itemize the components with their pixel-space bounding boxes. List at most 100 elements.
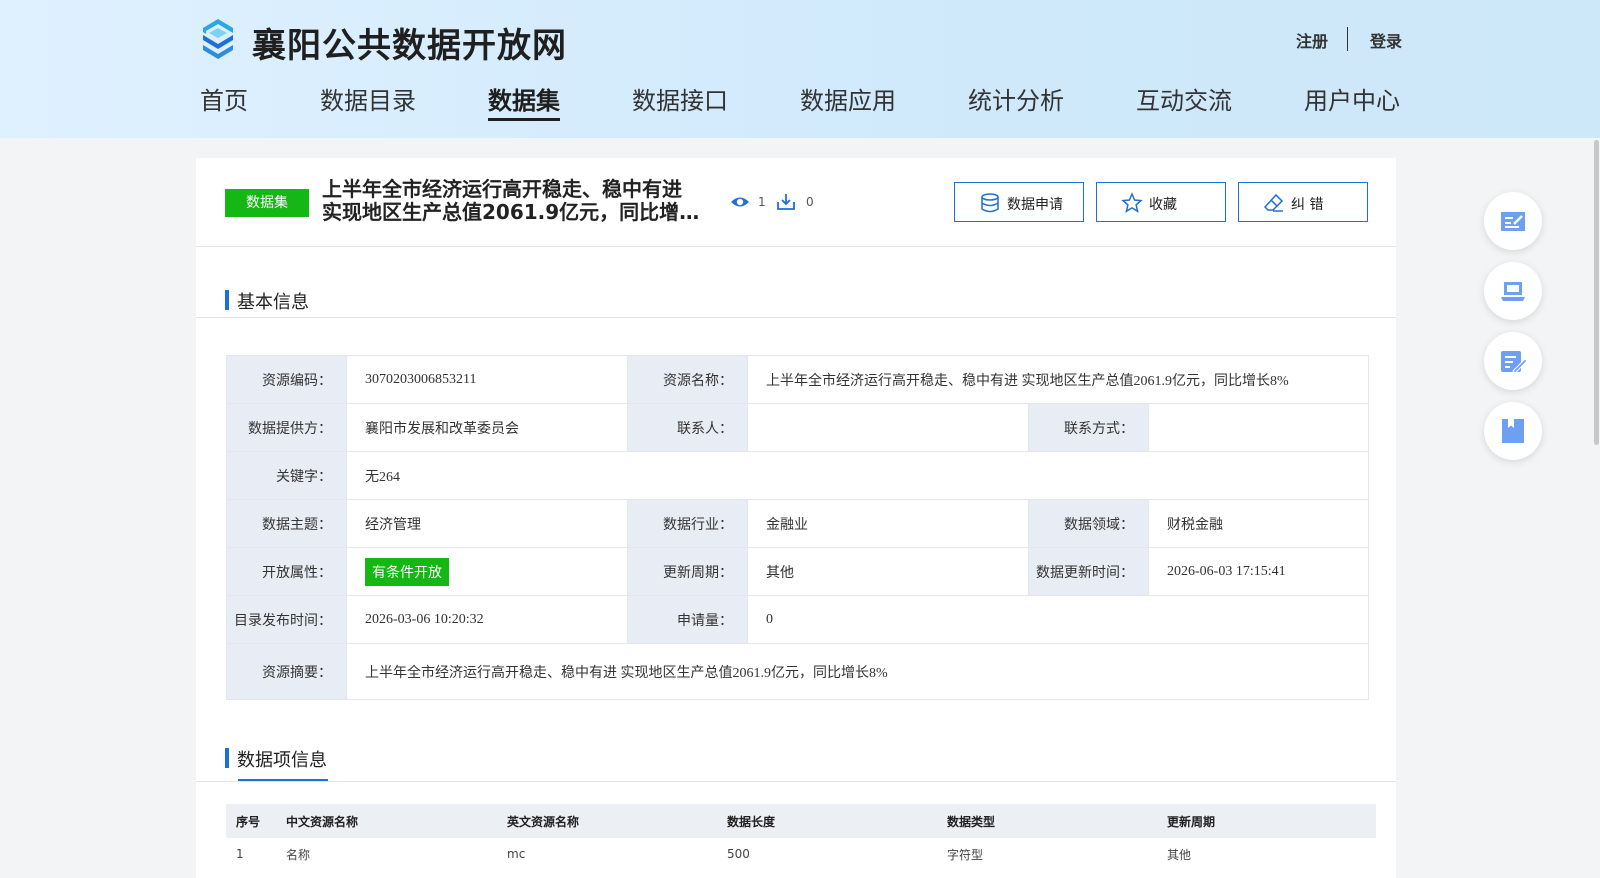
nav-home[interactable]: 首页 <box>200 81 248 116</box>
register-link[interactable]: 注册 <box>1296 28 1328 52</box>
eye-icon <box>731 197 749 207</box>
bookmark-icon <box>1502 419 1524 443</box>
dataset-title-bar: 数据集 上半年全市经济运行高开稳走、稳中有进 实现地区生产总值2061.9亿元，… <box>196 158 1396 247</box>
contact-person-value <box>747 403 1029 452</box>
site-logo-icon <box>203 19 233 59</box>
column-header: 数据长度 <box>717 804 937 838</box>
section-divider <box>196 781 1396 782</box>
side-button-apply[interactable] <box>1484 192 1542 250</box>
data-apply-button[interactable]: 数据申请 <box>954 182 1084 222</box>
info-row: 资源摘要： 上半年全市经济运行高开稳走、稳中有进 实现地区生产总值2061.9亿… <box>226 643 1370 700</box>
request-count-label: 申请量： <box>627 595 748 644</box>
data-items-table: 序号 中文资源名称 英文资源名称 数据长度 数据类型 更新周期 1 名称 mc … <box>226 804 1376 870</box>
star-icon <box>1121 192 1143 213</box>
table-header-row: 序号 中文资源名称 英文资源名称 数据长度 数据类型 更新周期 <box>226 804 1376 838</box>
summary-value: 上半年全市经济运行高开稳走、稳中有进 实现地区生产总值2061.9亿元，同比增长… <box>345 643 1370 700</box>
field-value: 财税金融 <box>1147 499 1370 548</box>
site-title: 襄阳公共数据开放网 <box>252 26 567 66</box>
auth-divider <box>1347 27 1348 51</box>
nav-user-center[interactable]: 用户中心 <box>1304 81 1400 116</box>
keyword-value: 无264 <box>345 451 1370 500</box>
table-cell: 名称 <box>286 847 311 862</box>
side-button-guide[interactable] <box>1484 402 1542 460</box>
correction-label: 纠 错 <box>1291 197 1324 213</box>
column-header: 中文资源名称 <box>276 804 497 838</box>
info-row: 数据提供方： 襄阳市发展和改革委员会 联系人： 联系方式： <box>226 403 1370 452</box>
nav-catalog[interactable]: 数据目录 <box>320 81 416 116</box>
dataset-title-line1: 上半年全市经济运行高开稳走、稳中有进 <box>322 178 682 201</box>
updated-time-value: 2026-06-03 17:15:41 <box>1147 547 1370 596</box>
dataset-title: 上半年全市经济运行高开稳走、稳中有进 实现地区生产总值2061.9亿元，同比增长… <box>322 178 707 224</box>
side-button-feedback[interactable] <box>1484 332 1542 390</box>
contact-person-label: 联系人： <box>627 403 748 452</box>
info-row: 目录发布时间： 2026-03-06 10:20:32 申请量： 0 <box>226 595 1370 644</box>
basic-info-heading-text: 基本信息 <box>237 292 309 313</box>
dataset-detail-card: 数据集 上半年全市经济运行高开稳走、稳中有进 实现地区生产总值2061.9亿元，… <box>196 158 1396 878</box>
dataset-type-tag: 数据集 <box>225 189 309 217</box>
resource-name-value: 上半年全市经济运行高开稳走、稳中有进 实现地区生产总值2061.9亿元，同比增长… <box>746 355 1370 404</box>
industry-label: 数据行业： <box>627 499 748 548</box>
provider-label: 数据提供方： <box>226 403 347 452</box>
column-header: 更新周期 <box>1157 804 1376 838</box>
contact-method-label: 联系方式： <box>1028 403 1149 452</box>
data-items-tab-underline <box>238 779 328 781</box>
scrollbar-thumb[interactable] <box>1594 140 1599 445</box>
info-row: 数据主题： 经济管理 数据行业： 金融业 数据领域： 财税金融 <box>226 499 1370 548</box>
field-label: 数据领域： <box>1028 499 1149 548</box>
updated-time-label: 数据更新时间： <box>1028 547 1149 596</box>
basic-info-table: 资源编码： 3070203006853211 资源名称： 上半年全市经济运行高开… <box>226 355 1370 700</box>
industry-value: 金融业 <box>747 499 1029 548</box>
edit-note-icon <box>1501 351 1527 374</box>
table-cell: 1 <box>236 847 244 861</box>
info-row: 开放属性： 有条件开放 更新周期： 其他 数据更新时间： 2026-06-03 … <box>226 547 1370 596</box>
edit-doc-icon <box>1501 212 1525 231</box>
table-row: 1 名称 mc 500 字符型 其他 <box>226 838 1376 870</box>
open-attribute-badge: 有条件开放 <box>365 557 449 586</box>
published-time-label: 目录发布时间： <box>226 595 347 644</box>
nav-datasets[interactable]: 数据集 <box>488 81 560 116</box>
data-items-tab[interactable]: 数据项信息 <box>237 746 327 772</box>
resource-name-label: 资源名称： <box>627 355 748 404</box>
resource-code-label: 资源编码： <box>226 355 347 404</box>
side-button-screen[interactable] <box>1484 262 1542 320</box>
nav-active-indicator <box>488 118 560 121</box>
laptop-icon <box>1501 282 1525 301</box>
info-row: 资源编码： 3070203006853211 资源名称： 上半年全市经济运行高开… <box>226 355 1370 404</box>
data-apply-label: 数据申请 <box>1007 197 1063 213</box>
summary-label: 资源摘要： <box>226 643 347 700</box>
nav-interaction[interactable]: 互动交流 <box>1136 81 1232 116</box>
table-cell: 字符型 <box>947 847 984 862</box>
section-marker <box>225 748 229 768</box>
column-header: 数据类型 <box>937 804 1157 838</box>
topic-value: 经济管理 <box>346 499 628 548</box>
open-attribute-label: 开放属性： <box>226 547 347 596</box>
correction-button[interactable]: 纠 错 <box>1238 182 1368 222</box>
site-header: 襄阳公共数据开放网 注册 登录 首页 数据目录 数据集 数据接口 数据应用 统计… <box>0 0 1600 138</box>
column-header: 序号 <box>226 804 276 838</box>
update-cycle-value: 其他 <box>747 547 1029 596</box>
favorite-button[interactable]: 收藏 <box>1096 182 1226 222</box>
login-link[interactable]: 登录 <box>1370 28 1402 52</box>
section-marker <box>225 290 229 310</box>
download-count: 0 <box>806 195 814 209</box>
update-cycle-label: 更新周期： <box>627 547 748 596</box>
contact-method-value <box>1147 403 1370 452</box>
favorite-label: 收藏 <box>1149 197 1177 213</box>
topic-label: 数据主题： <box>226 499 347 548</box>
download-icon <box>777 194 795 210</box>
table-cell: 500 <box>727 847 750 861</box>
eraser-icon <box>1263 193 1284 212</box>
table-cell: mc <box>507 847 526 861</box>
nav-apps[interactable]: 数据应用 <box>800 81 896 116</box>
table-cell: 其他 <box>1167 847 1192 862</box>
info-row: 关键字： 无264 <box>226 451 1370 500</box>
keyword-label: 关键字： <box>226 451 347 500</box>
resource-code-value: 3070203006853211 <box>346 355 628 404</box>
open-attribute-value: 有条件开放 <box>346 547 628 596</box>
nav-stats[interactable]: 统计分析 <box>968 81 1064 116</box>
provider-value: 襄阳市发展和改革委员会 <box>346 403 628 452</box>
published-time-value: 2026-03-06 10:20:32 <box>346 595 628 644</box>
nav-api[interactable]: 数据接口 <box>632 81 728 116</box>
request-count-value: 0 <box>746 595 1370 644</box>
database-icon <box>981 193 999 213</box>
